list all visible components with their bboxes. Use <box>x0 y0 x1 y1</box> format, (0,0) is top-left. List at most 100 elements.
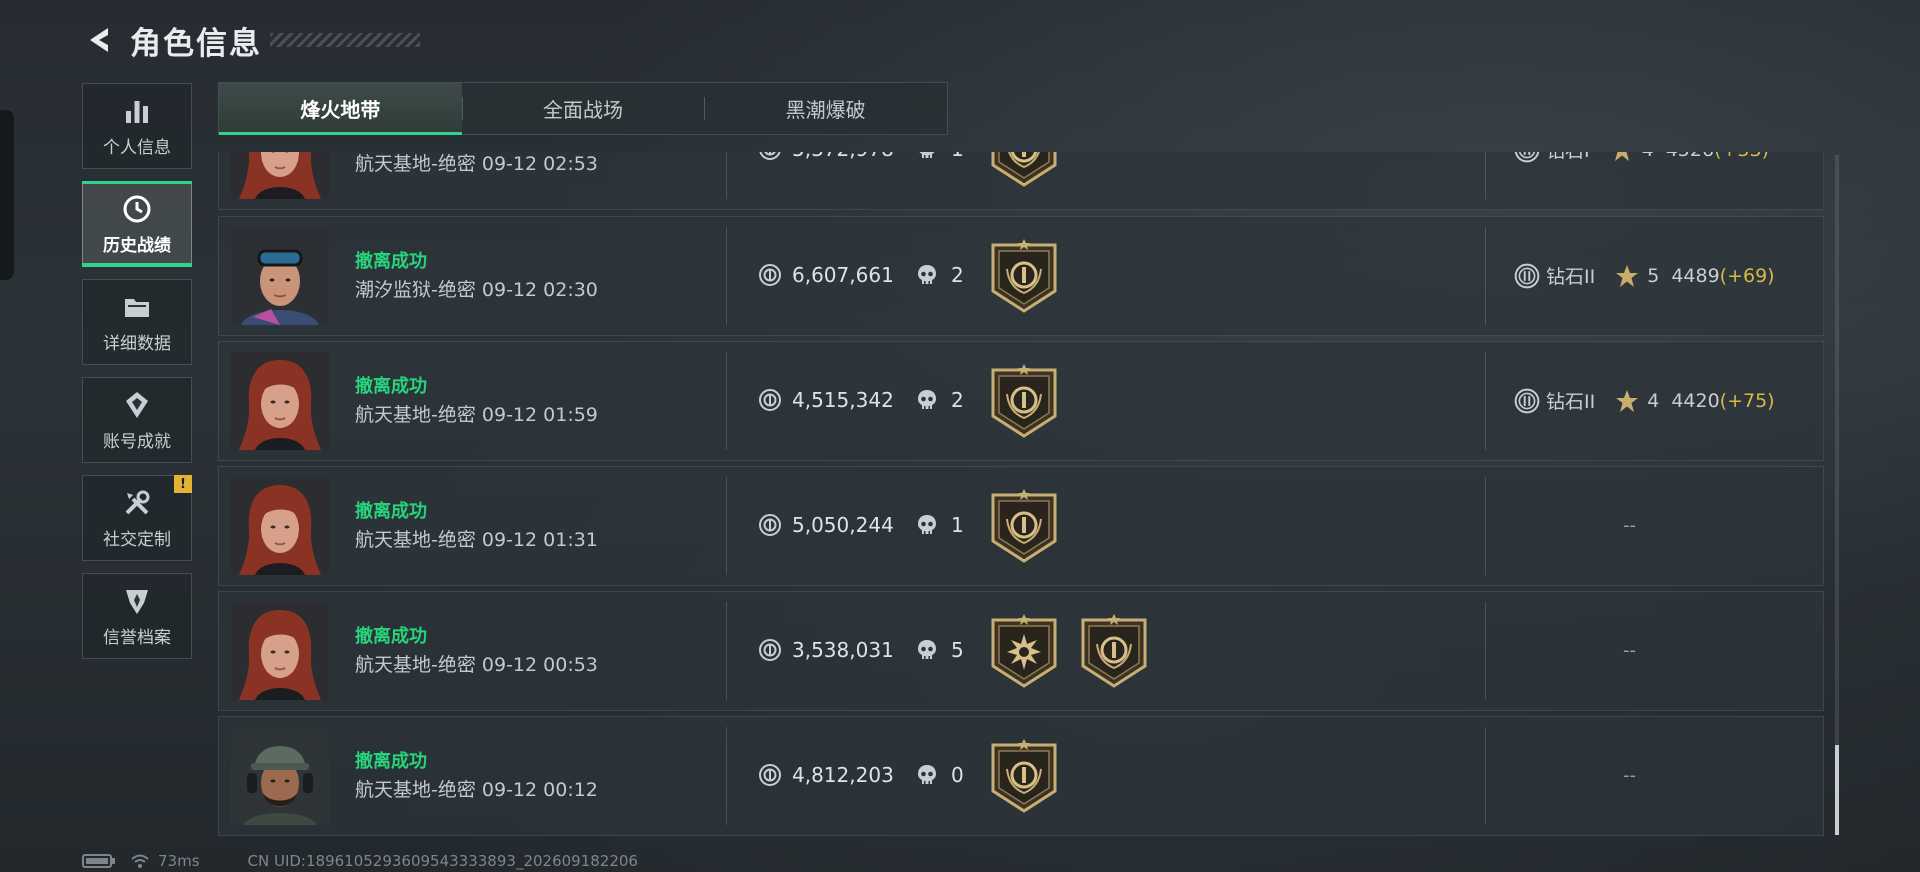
player-avatar <box>231 352 329 450</box>
column-divider <box>726 477 727 575</box>
scroll-thumb[interactable] <box>1835 745 1839 835</box>
player-avatar <box>231 477 329 575</box>
money-amount: 4,515,342 <box>792 388 894 412</box>
rank-badge-icon <box>1514 152 1540 163</box>
money-amount: 4,812,203 <box>792 763 894 787</box>
star-icon <box>1615 264 1639 288</box>
skull-icon <box>915 152 939 161</box>
coin-icon <box>758 263 782 287</box>
kill-number: 2 <box>951 388 964 412</box>
sidebar-item-details[interactable]: 详细数据 <box>82 279 192 365</box>
coin-icon <box>758 388 782 412</box>
rank-name: 钻石II <box>1546 266 1596 288</box>
match-location-time: 航天基地-绝密 09-12 00:12 <box>355 779 598 801</box>
match-location-time: 航天基地-绝密 09-12 00:53 <box>355 654 598 676</box>
tools-icon <box>125 490 150 514</box>
medal-icon[interactable] <box>1079 614 1149 690</box>
skull-icon <box>915 513 939 537</box>
clock-icon <box>123 195 151 222</box>
column-divider <box>726 602 727 700</box>
rank-name: 钻石II <box>1546 391 1596 413</box>
medal-group <box>989 152 1059 189</box>
column-divider <box>1485 227 1486 325</box>
money-amount: 6,607,661 <box>792 263 894 287</box>
coin-icon <box>758 763 782 787</box>
kill-count: 5 <box>915 638 964 662</box>
medal-icon[interactable] <box>989 152 1059 189</box>
back-button[interactable] <box>82 22 118 58</box>
match-location-time: 潮汐监狱-绝密 09-12 02:30 <box>355 279 598 301</box>
kill-number: 1 <box>951 513 964 537</box>
shield-icon <box>126 589 148 614</box>
kill-number: 0 <box>951 763 964 787</box>
ping-value: 73ms <box>158 852 200 870</box>
medal-sun-icon[interactable] <box>989 614 1059 690</box>
score-delta: (+75) <box>1719 389 1775 412</box>
sidebar-item-reputation[interactable]: 信誉档案 <box>82 573 192 659</box>
sidebar-item-history[interactable]: 历史战绩 <box>82 181 192 267</box>
medal-icon[interactable] <box>989 364 1059 440</box>
tab-blackout[interactable]: 黑潮爆破 <box>704 83 947 134</box>
match-row[interactable]: 撤离成功 潮汐监狱-绝密 09-12 02:30 6,607,661 2 钻石I… <box>218 216 1824 336</box>
match-row[interactable]: 撤离成功 航天基地-绝密 09-12 01:59 4,515,342 2 钻石I… <box>218 341 1824 461</box>
match-row[interactable]: 航天基地-绝密 09-12 02:53 5,372,978 1 钻石I 4 45… <box>218 152 1824 210</box>
rank-info: 钻石II 4 4420 (+75) <box>1514 387 1775 414</box>
star-icon <box>1615 389 1639 413</box>
coin-icon <box>758 638 782 662</box>
notification-badge: ! <box>174 475 192 493</box>
tab-extraction[interactable]: 烽火地带 <box>219 83 462 135</box>
rank-badge-icon <box>1514 263 1540 289</box>
title-decoration <box>270 33 420 47</box>
sidebar-item-label: 个人信息 <box>103 137 171 158</box>
sidebar: 个人信息 历史战绩 详细数据 账号成就 社交定制 ! 信誉档案 <box>82 83 194 671</box>
skull-icon <box>915 263 939 287</box>
money-value: 6,607,661 <box>758 263 894 287</box>
player-avatar <box>231 727 329 825</box>
column-divider <box>726 152 727 199</box>
coin-icon <box>758 513 782 537</box>
rank-name: 钻石I <box>1546 152 1590 163</box>
back-arrow-icon <box>90 28 108 52</box>
player-avatar <box>231 602 329 700</box>
tab-warfare[interactable]: 全面战场 <box>461 83 705 134</box>
rank-score: 4420 <box>1671 389 1720 412</box>
money-amount: 3,538,031 <box>792 638 894 662</box>
status-footer: 73ms CN UID:1896105293609543333893_20260… <box>82 852 638 870</box>
sidebar-item-label: 历史战绩 <box>103 235 171 256</box>
match-row[interactable]: 撤离成功 航天基地-绝密 09-12 00:12 4,812,203 0 -- <box>218 716 1824 836</box>
sidebar-item-label: 信誉档案 <box>103 627 171 648</box>
rank-level: 4 <box>1647 389 1660 412</box>
mode-tabs: 烽火地带 全面战场 黑潮爆破 <box>218 82 948 135</box>
money-value: 3,538,031 <box>758 638 894 662</box>
extraction-status: 撤离成功 <box>355 626 427 647</box>
medal-group <box>989 239 1059 315</box>
match-location-time: 航天基地-绝密 09-12 02:53 <box>355 153 598 175</box>
kill-count: 0 <box>915 763 964 787</box>
sidebar-item-social[interactable]: 社交定制 ! <box>82 475 192 561</box>
rank-empty: -- <box>1623 765 1636 786</box>
player-avatar <box>231 152 329 199</box>
medal-icon[interactable] <box>989 739 1059 815</box>
sidebar-item-achievements[interactable]: 账号成就 <box>82 377 192 463</box>
extraction-status: 撤离成功 <box>355 501 427 522</box>
medal-group <box>989 364 1059 440</box>
rank-score: 4489 <box>1671 264 1720 287</box>
medal-group <box>989 489 1059 565</box>
left-edge-handle <box>0 110 14 280</box>
rank-empty: -- <box>1623 640 1636 661</box>
medal-icon[interactable] <box>989 239 1059 315</box>
match-history-list[interactable]: 航天基地-绝密 09-12 02:53 5,372,978 1 钻石I 4 45… <box>218 152 1824 837</box>
medal-icon[interactable] <box>989 489 1059 565</box>
battery-icon <box>82 854 115 868</box>
coin-icon <box>758 152 782 161</box>
match-row[interactable]: 撤离成功 航天基地-绝密 09-12 00:53 3,538,031 5 -- <box>218 591 1824 711</box>
scrollbar[interactable] <box>1835 155 1839 835</box>
rank-level: 4 <box>1642 152 1654 161</box>
folder-icon <box>125 298 149 317</box>
rank-badge-icon <box>1514 388 1540 414</box>
sidebar-item-profile[interactable]: 个人信息 <box>82 83 192 169</box>
match-row[interactable]: 撤离成功 航天基地-绝密 09-12 01:31 5,050,244 1 -- <box>218 466 1824 586</box>
rank-empty: -- <box>1623 515 1636 536</box>
money-amount: 5,050,244 <box>792 513 894 537</box>
score-delta: (+69) <box>1719 264 1775 287</box>
